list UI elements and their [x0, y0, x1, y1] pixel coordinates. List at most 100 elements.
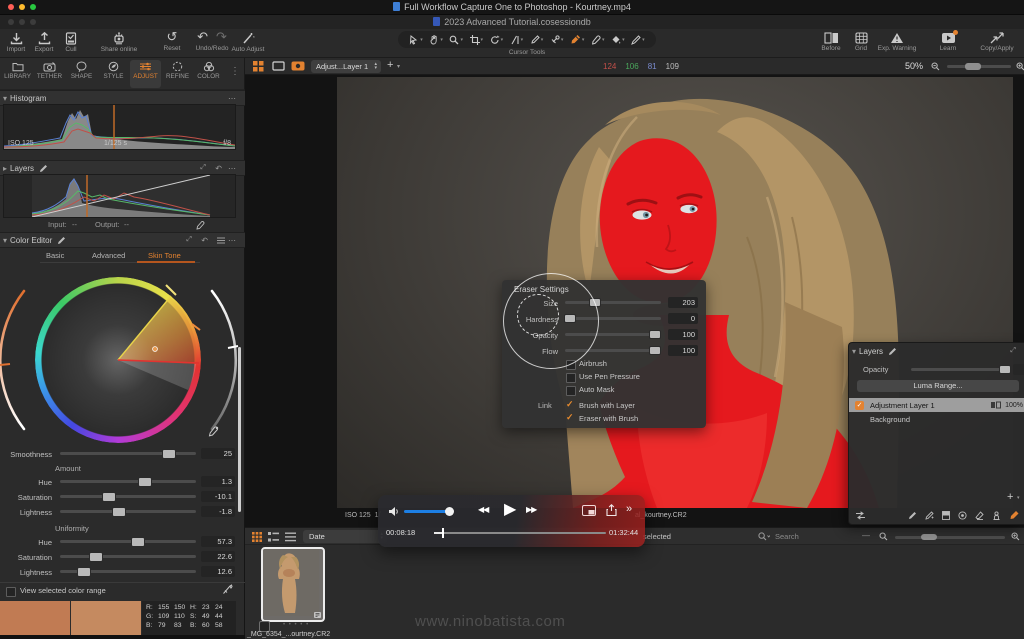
- eraser-hardness-slider[interactable]: [565, 317, 661, 320]
- uniformity-saturation-slider[interactable]: [60, 555, 196, 558]
- amount-lightness-slider[interactable]: [60, 510, 196, 513]
- ce-reset-icon[interactable]: ↶: [201, 236, 208, 245]
- share-icon[interactable]: [606, 504, 617, 516]
- zoom-out-icon[interactable]: [931, 62, 940, 71]
- draw-mask-icon[interactable]: [908, 511, 917, 520]
- thumb-size-handle[interactable]: [921, 534, 937, 540]
- luma-range-button[interactable]: Luma Range...: [857, 380, 1019, 392]
- player-more-button[interactable]: »: [626, 503, 632, 515]
- volume-handle[interactable]: [445, 507, 454, 516]
- pick-color-tool[interactable]: ▾: [591, 35, 605, 45]
- grid-toggle[interactable]: Grid: [848, 32, 874, 52]
- wheel-selection[interactable]: [0, 266, 245, 444]
- tab-skin-tone[interactable]: Skin Tone: [148, 251, 181, 260]
- tab-advanced[interactable]: Advanced: [92, 251, 125, 260]
- tab-adjust-active[interactable]: ADJUST: [130, 60, 161, 88]
- layers-panel-header[interactable]: ▾ Layers ⤢: [849, 343, 1024, 359]
- view-color-range-checkbox[interactable]: [6, 587, 16, 597]
- seek-bar[interactable]: [434, 532, 606, 534]
- before-toggle[interactable]: Before: [816, 32, 846, 52]
- export-button[interactable]: Export: [30, 32, 58, 53]
- collapse-chevron-icon[interactable]: ▾: [852, 347, 856, 356]
- rotate-tool[interactable]: ▾: [490, 35, 504, 45]
- viewer-toggle[interactable]: [272, 61, 285, 71]
- auto-mask-checkbox[interactable]: [566, 386, 576, 396]
- reset-button[interactable]: ↺ Reset: [156, 30, 188, 52]
- crop-tool[interactable]: ▾: [470, 35, 484, 45]
- gradient-mask-icon[interactable]: [942, 511, 950, 520]
- tab-shape[interactable]: SHAPE: [66, 61, 97, 80]
- eraser-with-brush-checkbox[interactable]: ✓: [566, 412, 574, 423]
- minimize-window-button[interactable]: [19, 4, 25, 10]
- cull-button[interactable]: Cull: [58, 32, 84, 53]
- proof-view-toggle[interactable]: [291, 61, 305, 71]
- amount-saturation-slider[interactable]: [60, 495, 196, 498]
- eraser-flow-slider[interactable]: [565, 349, 661, 352]
- spot-removal-tool[interactable]: ▾: [530, 35, 544, 45]
- ce-copy-icon[interactable]: ⤢: [186, 236, 192, 244]
- add-layer-chevron-icon[interactable]: ▾: [1017, 495, 1020, 501]
- edit-pencil-icon[interactable]: [57, 236, 66, 245]
- search-input[interactable]: Search: [775, 532, 799, 541]
- layer-row-background[interactable]: Background: [849, 413, 1024, 426]
- layer-select-dropdown[interactable]: Adjust...Layer 1 ▴▾: [311, 60, 381, 73]
- pan-tool[interactable]: ▾: [429, 35, 443, 45]
- search-icon[interactable]: [758, 532, 770, 541]
- add-layer-chevron-icon[interactable]: ▾: [397, 63, 400, 70]
- tab-basic[interactable]: Basic: [46, 251, 64, 260]
- edit-pencil-icon[interactable]: [888, 347, 897, 356]
- tab-refine[interactable]: REFINE: [162, 61, 193, 80]
- curve-editor[interactable]: [3, 174, 236, 218]
- add-layer-button[interactable]: +: [387, 59, 393, 71]
- heal-tool[interactable]: ▾: [550, 35, 564, 45]
- tool-tabs-overflow-icon[interactable]: ⋮: [230, 66, 240, 77]
- forward-button[interactable]: ▶▶: [526, 505, 536, 514]
- zoom-level[interactable]: 50%: [905, 61, 923, 71]
- thumb-zoom-out-icon[interactable]: [879, 532, 888, 541]
- smoothness-handle[interactable]: [162, 449, 176, 459]
- active-eraser-icon[interactable]: [1009, 510, 1019, 520]
- magic-brush-icon[interactable]: [925, 511, 934, 520]
- eraser-opacity-slider[interactable]: [565, 333, 661, 336]
- grid-view-toggle[interactable]: [253, 61, 264, 72]
- close-window-button[interactable]: [8, 4, 14, 10]
- import-button[interactable]: Import: [2, 32, 30, 53]
- rewind-button[interactable]: ◀◀: [478, 505, 488, 514]
- copy-apply-button[interactable]: Copy/Apply: [972, 32, 1022, 52]
- eraser-size-slider[interactable]: [565, 301, 661, 304]
- clear-search-icon[interactable]: —: [862, 531, 870, 540]
- uniformity-lightness-slider[interactable]: [60, 570, 196, 573]
- undo-icon[interactable]: ↶: [197, 30, 208, 44]
- auto-adjust-button[interactable]: Auto Adjust: [224, 32, 272, 53]
- thumbnail-selected[interactable]: [261, 547, 325, 622]
- layer-mask-icon[interactable]: [991, 401, 1001, 409]
- pen-pressure-checkbox[interactable]: [566, 373, 576, 383]
- curve-copy-icon[interactable]: ⤢: [200, 164, 206, 172]
- loupe-tool[interactable]: ▾: [449, 35, 463, 45]
- curve-menu-icon[interactable]: ⋯: [228, 164, 236, 173]
- grid-view-icon[interactable]: [252, 532, 262, 542]
- add-layer-button[interactable]: +: [1007, 491, 1013, 503]
- skin-tone-picker-icon[interactable]: [208, 426, 219, 437]
- select-tool[interactable]: ▾: [409, 35, 423, 45]
- annotate-tool[interactable]: ▾: [631, 35, 645, 45]
- uniformity-hue-slider[interactable]: [60, 540, 196, 543]
- airbrush-checkbox[interactable]: [566, 360, 576, 370]
- color-editor-header[interactable]: ▾ Color Editor ⤢ ↶ ⋯: [0, 232, 245, 248]
- thumb-zoom-in-icon[interactable]: [1011, 532, 1020, 541]
- layer-opacity-slider[interactable]: [911, 368, 1009, 371]
- tab-color[interactable]: COLOR: [193, 61, 224, 80]
- sort-by-dropdown[interactable]: Date ▴▾: [303, 530, 387, 543]
- collapse-chevron-icon[interactable]: ▾: [3, 236, 7, 245]
- pip-icon[interactable]: [582, 505, 596, 516]
- erase-mask-icon[interactable]: [975, 511, 984, 520]
- edit-pencil-icon[interactable]: [39, 164, 48, 173]
- tab-style[interactable]: STYLE: [98, 61, 129, 80]
- exposure-warning-toggle[interactable]: Exp. Warning: [872, 32, 922, 52]
- tab-tether[interactable]: TETHER: [34, 61, 65, 80]
- panel-detach-icon[interactable]: ⤢: [1010, 347, 1016, 355]
- close-window-button-inactive[interactable]: [8, 19, 14, 25]
- ce-presets-icon[interactable]: [217, 237, 225, 244]
- seek-scrubber[interactable]: [442, 528, 444, 538]
- amount-hue-slider[interactable]: [60, 480, 196, 483]
